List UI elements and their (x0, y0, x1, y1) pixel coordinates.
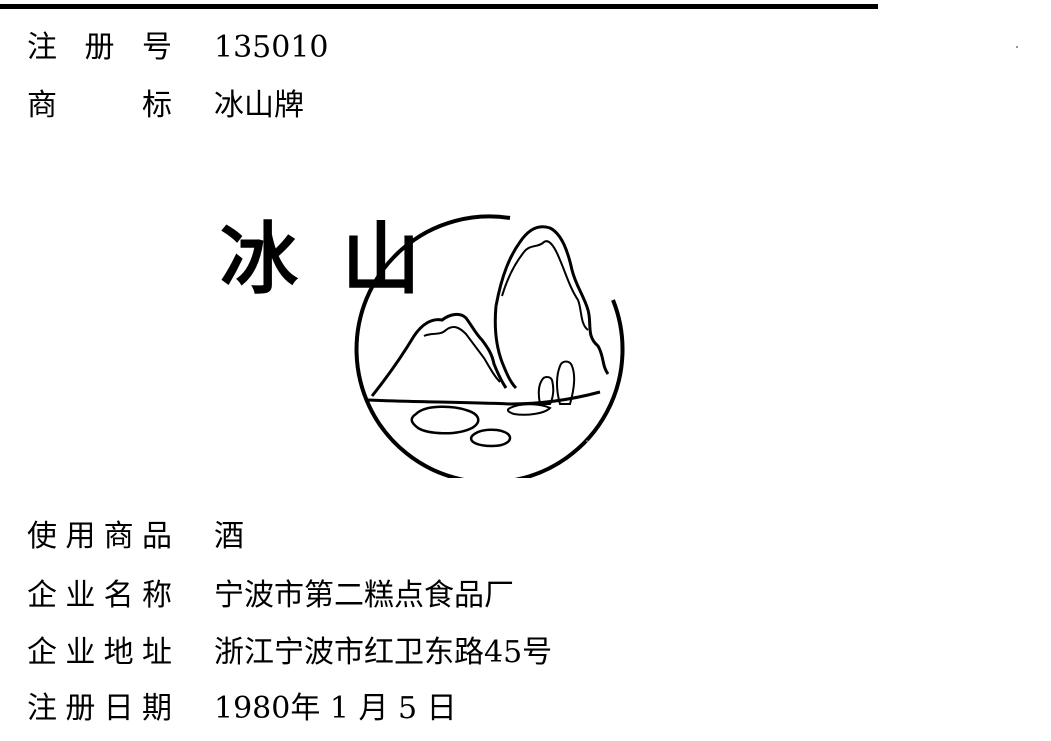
trademark-logo: 冰 山 (220, 214, 625, 478)
ice-floe-2 (469, 428, 512, 448)
goods-row: 使用商品 酒 (27, 515, 244, 559)
low-peak (370, 312, 508, 397)
registration-number-label: 注册号 (27, 30, 172, 65)
goods-value: 酒 (214, 519, 244, 554)
trademark-name-row: 商标 冰山牌 (27, 84, 304, 128)
goods-label: 使用商品 (27, 519, 172, 554)
company-name-label: 企业名称 (27, 578, 172, 613)
scan-speck (1016, 46, 1018, 48)
trademark-name-value: 冰山牌 (214, 88, 304, 123)
registration-date-value: 1980年 1 月 5 日 (214, 691, 457, 726)
scan-speck (586, 440, 588, 442)
company-address-row: 企业地址 浙江宁波市红卫东路45号 (27, 631, 552, 675)
low-peak-snow (423, 326, 501, 383)
company-name-row: 企业名称 宁波市第二糕点食品厂 (27, 574, 514, 618)
trademark-name-label: 商标 (27, 88, 172, 123)
registration-date-label: 注册日期 (27, 691, 172, 726)
tall-peak (494, 225, 610, 375)
registration-number-value: 135010 (214, 30, 329, 65)
tall-peak-snow (501, 240, 589, 331)
registration-number-row: 注册号 135010 (27, 26, 329, 70)
company-name-value: 宁波市第二糕点食品厂 (214, 578, 514, 613)
company-address-label: 企业地址 (27, 635, 172, 670)
ice-floe-1 (410, 405, 480, 435)
company-address-value: 浙江宁波市红卫东路45号 (214, 635, 553, 670)
figure-short (537, 376, 555, 405)
ice-floe-3 (506, 403, 552, 416)
logo-text-bing: 冰 (220, 215, 299, 305)
top-rule (0, 4, 878, 9)
logo-text-shan: 山 (342, 215, 420, 305)
registration-date-row: 注册日期 1980年 1 月 5 日 (27, 687, 457, 731)
